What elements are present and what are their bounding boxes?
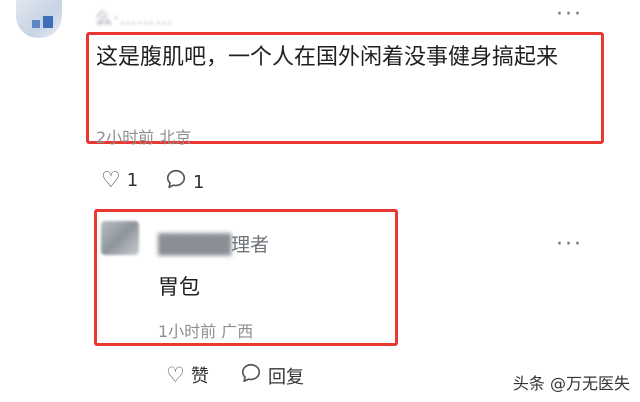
watermark: 头条 @万无医失 — [512, 374, 630, 393]
reply-label: 回复 — [268, 366, 304, 388]
avatar-block — [43, 16, 53, 28]
heart-icon: ♡ — [166, 363, 185, 387]
avatar-block — [32, 20, 40, 28]
like-button[interactable]: ♡ 1 — [101, 168, 138, 193]
replier-avatar[interactable] — [101, 221, 139, 255]
commenter-avatar[interactable] — [16, 0, 62, 38]
reply-button[interactable]: 回复 — [240, 362, 304, 389]
heart-icon: ♡ — [101, 168, 121, 193]
reply-count-button[interactable]: 1 — [165, 168, 204, 196]
reply-meta: 1小时前 广西 — [158, 322, 254, 341]
speech-bubble-svg — [166, 169, 186, 189]
like-button[interactable]: ♡ 赞 — [166, 362, 209, 388]
speech-bubble-icon — [165, 168, 187, 196]
like-count: 1 — [126, 170, 139, 191]
reply-count: 1 — [193, 171, 205, 193]
comment-text: 这是腹肌吧，一个人在国外闲着没事健身搞起来 — [96, 45, 559, 70]
more-options-icon[interactable]: ··· — [556, 2, 583, 27]
comment-meta: 2小时前 北京 — [96, 128, 192, 147]
speech-bubble-svg — [241, 363, 261, 383]
speech-bubble-icon — [240, 362, 262, 389]
more-options-icon[interactable]: ··· — [556, 232, 583, 257]
reply-text: 胃包 — [158, 275, 200, 299]
username-suffix: 理者 — [231, 234, 270, 256]
like-label: 赞 — [190, 366, 209, 387]
username-blurred: █████ — [158, 234, 232, 256]
replier-username[interactable]: █████理者 — [158, 230, 269, 257]
commenter-username[interactable]: 么·……… — [95, 4, 173, 29]
